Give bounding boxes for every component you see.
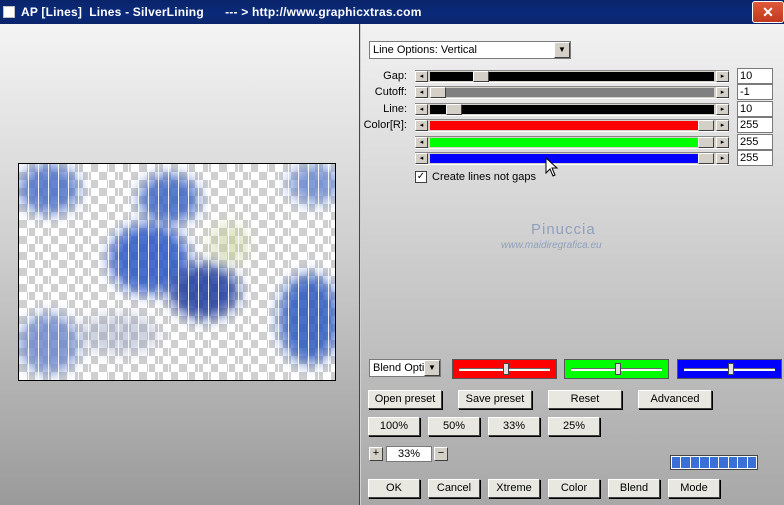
ok-button[interactable]: OK xyxy=(368,479,420,498)
slider-label: Cutoff: xyxy=(374,86,407,98)
slider-value-field[interactable]: -1 xyxy=(737,84,773,100)
blend-options-value: Blend Optio xyxy=(373,362,424,374)
zoom-value-field[interactable]: 33% xyxy=(386,446,432,462)
window-title: AP [Lines] Lines - SilverLining --- > ht… xyxy=(21,5,422,19)
zoom-plus-button[interactable]: + xyxy=(369,447,383,461)
close-button[interactable]: ✕ xyxy=(752,1,784,23)
progress-bar xyxy=(670,455,758,470)
blend-button[interactable]: Blend xyxy=(608,479,660,498)
slider-label: Color[R]: xyxy=(363,119,407,131)
zoom-minus-button[interactable]: − xyxy=(434,447,448,461)
xtreme-button[interactable]: Xtreme xyxy=(488,479,540,498)
progress-segment xyxy=(681,457,690,468)
arrow-left-icon[interactable]: ◂ xyxy=(415,71,428,82)
mouse-cursor-icon xyxy=(545,156,559,177)
slider[interactable]: ◂ ▸ xyxy=(415,103,729,116)
slider-label: Gap: xyxy=(383,70,407,82)
color-slider-thumb[interactable] xyxy=(615,363,621,375)
controls-pane: Line Options: Vertical ▼ Gap: ◂ ▸ 10 Cutoff:… xyxy=(361,24,784,505)
preview-image xyxy=(18,163,336,381)
slider-track xyxy=(430,88,714,97)
slider-track xyxy=(430,121,714,130)
chevron-down-icon[interactable]: ▼ xyxy=(554,42,570,58)
color-slider-thumb[interactable] xyxy=(728,363,734,375)
arrow-left-icon[interactable]: ◂ xyxy=(415,120,428,131)
arrow-left-icon[interactable]: ◂ xyxy=(415,153,428,164)
slider-value-field[interactable]: 255 xyxy=(737,150,773,166)
arrow-left-icon[interactable]: ◂ xyxy=(415,104,428,115)
cancel-button[interactable]: Cancel xyxy=(428,479,480,498)
chevron-down-icon[interactable]: ▼ xyxy=(424,360,440,376)
progress-segment xyxy=(719,457,728,468)
line-options-dropdown[interactable]: Line Options: Vertical ▼ xyxy=(369,41,571,59)
create-lines-label: Create lines not gaps xyxy=(432,171,536,183)
slider-track xyxy=(430,154,714,163)
slider[interactable]: ◂ ▸ xyxy=(415,86,729,99)
slider-value-field[interactable]: 10 xyxy=(737,68,773,84)
arrow-right-icon[interactable]: ▸ xyxy=(716,104,729,115)
slider-thumb[interactable] xyxy=(698,153,714,164)
blend-options-dropdown[interactable]: Blend Optio ▼ xyxy=(369,359,441,377)
preview-pane xyxy=(0,24,360,505)
arrow-right-icon[interactable]: ▸ xyxy=(716,137,729,148)
slider-track xyxy=(430,138,714,147)
advanced-button[interactable]: Advanced xyxy=(638,390,712,409)
reset-button[interactable]: Reset xyxy=(548,390,622,409)
arrow-right-icon[interactable]: ▸ xyxy=(716,120,729,131)
slider-track xyxy=(430,105,714,114)
mode-button[interactable]: Mode xyxy=(668,479,720,498)
progress-segment xyxy=(747,457,756,468)
slider[interactable]: ◂ ▸ xyxy=(415,152,729,165)
color-slider[interactable] xyxy=(677,359,782,379)
save-preset-button[interactable]: Save preset xyxy=(458,390,532,409)
arrow-right-icon[interactable]: ▸ xyxy=(716,153,729,164)
slider-value-field[interactable]: 10 xyxy=(737,101,773,117)
progress-segment xyxy=(690,457,700,468)
progress-segment xyxy=(738,457,747,468)
slider-thumb[interactable] xyxy=(698,137,714,148)
slider-label: Line: xyxy=(383,103,407,115)
zoom-25-button[interactable]: 25% xyxy=(548,417,600,436)
slider[interactable]: ◂ ▸ xyxy=(415,136,729,149)
app-icon xyxy=(3,6,15,18)
open-preset-button[interactable]: Open preset xyxy=(368,390,442,409)
slider-thumb[interactable] xyxy=(698,120,714,131)
slider[interactable]: ◂ ▸ xyxy=(415,70,729,83)
color-button[interactable]: Color xyxy=(548,479,600,498)
line-options-value: Line Options: Vertical xyxy=(373,44,477,56)
create-lines-checkbox[interactable]: ✓ xyxy=(415,171,427,183)
arrow-left-icon[interactable]: ◂ xyxy=(415,87,428,98)
arrow-right-icon[interactable]: ▸ xyxy=(716,71,729,82)
line-stripes xyxy=(19,164,335,380)
zoom-50-button[interactable]: 50% xyxy=(428,417,480,436)
color-slider[interactable] xyxy=(452,359,557,379)
title-bar: AP [Lines] Lines - SilverLining --- > ht… xyxy=(0,0,784,24)
slider-thumb[interactable] xyxy=(473,71,489,82)
color-slider[interactable] xyxy=(564,359,669,379)
progress-segment xyxy=(672,457,681,468)
slider-thumb[interactable] xyxy=(430,87,446,98)
watermark-name: Pinuccia xyxy=(531,221,596,238)
slider-value-field[interactable]: 255 xyxy=(737,134,773,150)
arrow-left-icon[interactable]: ◂ xyxy=(415,137,428,148)
arrow-right-icon[interactable]: ▸ xyxy=(716,87,729,98)
progress-segment xyxy=(728,457,738,468)
watermark-url: www.maidiregrafica.eu xyxy=(501,240,602,251)
slider-value-field[interactable]: 255 xyxy=(737,117,773,133)
color-slider-thumb[interactable] xyxy=(503,363,509,375)
zoom-100-button[interactable]: 100% xyxy=(368,417,420,436)
slider-thumb[interactable] xyxy=(446,104,462,115)
progress-segment xyxy=(700,457,709,468)
slider[interactable]: ◂ ▸ xyxy=(415,119,729,132)
progress-segment xyxy=(709,457,719,468)
zoom-33-button[interactable]: 33% xyxy=(488,417,540,436)
